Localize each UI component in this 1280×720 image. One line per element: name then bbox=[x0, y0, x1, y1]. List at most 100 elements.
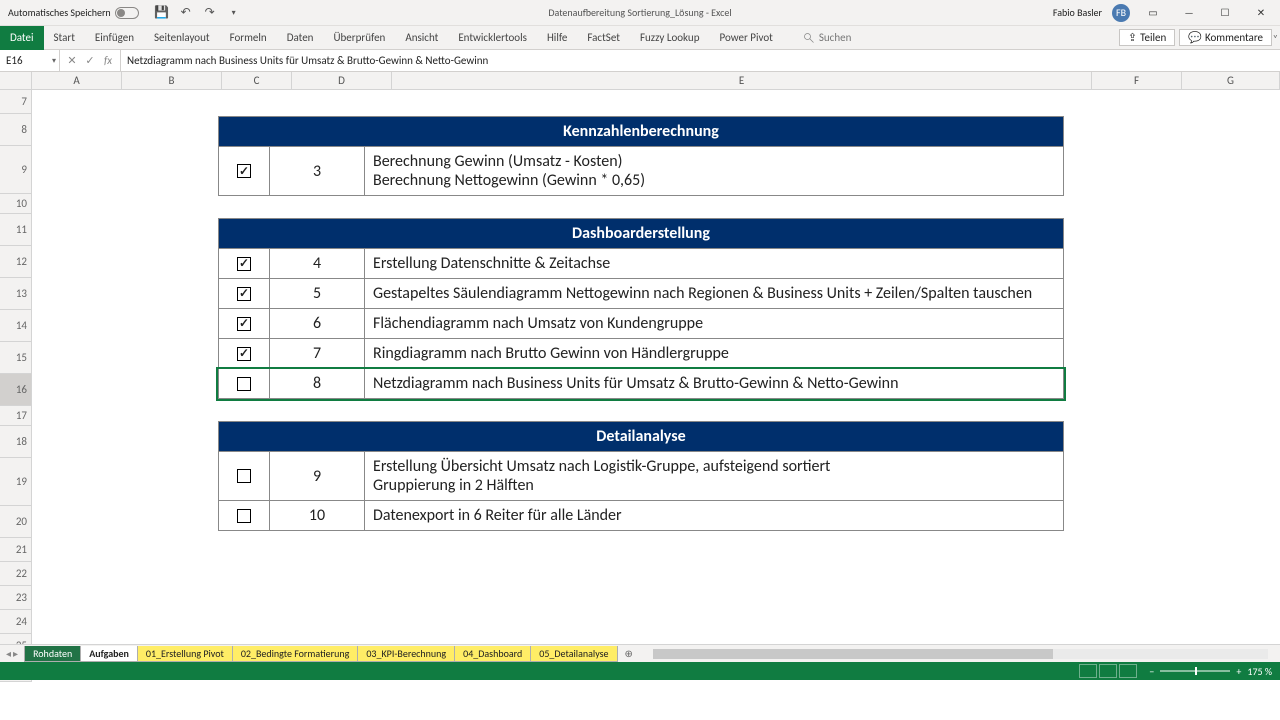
table-row[interactable]: ✓6Flächendiagramm nach Umsatz von Kunden… bbox=[218, 309, 1064, 339]
ribbon-tab-fuzzy lookup[interactable]: Fuzzy Lookup bbox=[630, 26, 710, 50]
table-row[interactable]: ✓7Ringdiagramm nach Brutto Gewinn von Hä… bbox=[218, 339, 1064, 369]
task-number: 10 bbox=[270, 501, 365, 531]
insert-function-icon[interactable]: fx bbox=[100, 54, 116, 67]
sheet-tab[interactable]: 03_KPI-Berechnung bbox=[357, 646, 455, 662]
ribbon-tab-start[interactable]: Start bbox=[44, 26, 85, 50]
task-description: Erstellung Übersicht Umsatz nach Logisti… bbox=[365, 452, 1064, 501]
column-header-C[interactable]: C bbox=[222, 72, 292, 89]
zoom-slider[interactable] bbox=[1160, 670, 1230, 672]
column-header-B[interactable]: B bbox=[122, 72, 222, 89]
close-icon[interactable]: ✕ bbox=[1248, 6, 1274, 19]
undo-icon[interactable]: ↶ bbox=[179, 6, 193, 20]
sheet-tab[interactable]: 02_Bedingte Formatierung bbox=[232, 646, 359, 662]
row-header-15[interactable]: 15 bbox=[0, 342, 32, 374]
sheet-tab[interactable]: Rohdaten bbox=[24, 646, 81, 662]
status-bar: − + 175 % bbox=[0, 662, 1280, 680]
row-header-23[interactable]: 23 bbox=[0, 586, 32, 610]
comments-button[interactable]: 💬 Kommentare bbox=[1179, 29, 1272, 46]
row-header-13[interactable]: 13 bbox=[0, 278, 32, 310]
sheet-tab[interactable]: 01_Erstellung Pivot bbox=[137, 646, 233, 662]
row-header-7[interactable]: 7 bbox=[0, 90, 32, 114]
search-box[interactable]: Suchen bbox=[803, 31, 852, 44]
table-row[interactable]: 8Netzdiagramm nach Business Units für Um… bbox=[218, 369, 1064, 399]
ribbon-tab-einfügen[interactable]: Einfügen bbox=[85, 26, 144, 50]
sheet-tab[interactable]: 04_Dashboard bbox=[454, 646, 531, 662]
sheet-nav-prev-icon[interactable]: ◂ bbox=[6, 647, 11, 660]
page-layout-view-icon[interactable] bbox=[1099, 664, 1117, 678]
checkbox[interactable]: ✓ bbox=[237, 257, 251, 271]
sheet-tab[interactable]: Aufgaben bbox=[80, 646, 138, 662]
maximize-icon[interactable]: ☐ bbox=[1212, 6, 1238, 19]
table-row[interactable]: ✓4Erstellung Datenschnitte & Zeitachse bbox=[218, 249, 1064, 279]
row-header-12[interactable]: 12 bbox=[0, 246, 32, 278]
sheet-nav-next-icon[interactable]: ▸ bbox=[13, 647, 18, 660]
table-row[interactable]: 9Erstellung Übersicht Umsatz nach Logist… bbox=[218, 452, 1064, 501]
row-header-20[interactable]: 20 bbox=[0, 506, 32, 538]
row-header-10[interactable]: 10 bbox=[0, 194, 32, 214]
customize-qat-icon[interactable]: ▾ bbox=[227, 6, 241, 20]
minimize-icon[interactable]: — bbox=[1176, 6, 1202, 19]
ribbon-tab-daten[interactable]: Daten bbox=[277, 26, 324, 50]
column-header-G[interactable]: G bbox=[1182, 72, 1280, 89]
redo-icon[interactable]: ↷ bbox=[203, 6, 217, 20]
row-header-21[interactable]: 21 bbox=[0, 538, 32, 562]
row-header-19[interactable]: 19 bbox=[0, 458, 32, 506]
column-header-E[interactable]: E bbox=[392, 72, 1092, 89]
new-sheet-button[interactable]: ⊕ bbox=[617, 647, 641, 660]
normal-view-icon[interactable] bbox=[1079, 664, 1097, 678]
row-header-17[interactable]: 17 bbox=[0, 406, 32, 426]
ribbon-tab-ansicht[interactable]: Ansicht bbox=[395, 26, 448, 50]
row-header-8[interactable]: 8 bbox=[0, 114, 32, 146]
ribbon-tab-datei[interactable]: Datei bbox=[0, 26, 44, 50]
ribbon-display-icon[interactable]: ▭ bbox=[1140, 6, 1166, 19]
collapse-ribbon-icon[interactable]: ˅ bbox=[1273, 32, 1278, 45]
row-header-14[interactable]: 14 bbox=[0, 310, 32, 342]
ribbon-tab-seitenlayout[interactable]: Seitenlayout bbox=[144, 26, 220, 50]
column-header-F[interactable]: F bbox=[1092, 72, 1182, 89]
checkbox[interactable] bbox=[237, 509, 251, 523]
row-header-9[interactable]: 9 bbox=[0, 146, 32, 194]
share-icon: ⇪ bbox=[1128, 31, 1137, 44]
row-header-16[interactable]: 16 bbox=[0, 374, 32, 406]
table-row[interactable]: ✓5Gestapeltes Säulendiagramm Nettogewinn… bbox=[218, 279, 1064, 309]
save-icon[interactable]: 💾 bbox=[155, 6, 169, 20]
horizontal-scrollbar[interactable] bbox=[653, 649, 1268, 659]
ribbon-tab-entwicklertools[interactable]: Entwicklertools bbox=[448, 26, 537, 50]
row-header-24[interactable]: 24 bbox=[0, 610, 32, 634]
autosave-toggle[interactable]: Automatisches Speichern bbox=[0, 6, 147, 19]
select-all-corner[interactable] bbox=[0, 72, 32, 89]
page-break-view-icon[interactable] bbox=[1119, 664, 1137, 678]
checkbox[interactable] bbox=[237, 377, 251, 391]
ribbon-tab-formeln[interactable]: Formeln bbox=[220, 26, 277, 50]
zoom-out-icon[interactable]: − bbox=[1149, 665, 1154, 678]
checkbox[interactable] bbox=[237, 469, 251, 483]
row-header-22[interactable]: 22 bbox=[0, 562, 32, 586]
zoom-level[interactable]: 175 % bbox=[1247, 665, 1272, 678]
checkbox[interactable]: ✓ bbox=[237, 317, 251, 331]
cancel-formula-icon[interactable]: ✕ bbox=[64, 54, 80, 67]
ribbon-tab-hilfe[interactable]: Hilfe bbox=[537, 26, 577, 50]
table-row[interactable]: 10Datenexport in 6 Reiter für alle Lände… bbox=[218, 501, 1064, 531]
enter-formula-icon[interactable]: ✓ bbox=[82, 54, 98, 67]
ribbon-tab-überprüfen[interactable]: Überprüfen bbox=[323, 26, 395, 50]
checkbox[interactable]: ✓ bbox=[237, 347, 251, 361]
sheet-tab[interactable]: 05_Detailanalyse bbox=[530, 646, 617, 662]
spreadsheet-grid[interactable]: ABCDEFG 78910111213141516171819202122232… bbox=[0, 72, 1280, 680]
column-header-D[interactable]: D bbox=[292, 72, 392, 89]
name-box[interactable]: E16 bbox=[0, 50, 60, 71]
ribbon-tab-power pivot[interactable]: Power Pivot bbox=[709, 26, 782, 50]
avatar[interactable]: FB bbox=[1112, 4, 1130, 22]
checkbox[interactable]: ✓ bbox=[237, 287, 251, 301]
row-header-11[interactable]: 11 bbox=[0, 214, 32, 246]
search-placeholder: Suchen bbox=[819, 31, 852, 44]
ribbon-tab-factset[interactable]: FactSet bbox=[577, 26, 630, 50]
table-row[interactable]: ✓3Berechnung Gewinn (Umsatz - Kosten)Ber… bbox=[218, 147, 1064, 196]
user-name[interactable]: Fabio Basler bbox=[1053, 6, 1102, 19]
column-header-A[interactable]: A bbox=[32, 72, 122, 89]
toggle-off-icon[interactable] bbox=[115, 7, 139, 19]
checkbox[interactable]: ✓ bbox=[237, 164, 251, 178]
formula-input[interactable]: Netzdiagramm nach Business Units für Ums… bbox=[121, 54, 1280, 67]
row-header-18[interactable]: 18 bbox=[0, 426, 32, 458]
share-button[interactable]: ⇪ Teilen bbox=[1119, 29, 1175, 46]
zoom-in-icon[interactable]: + bbox=[1236, 665, 1241, 678]
